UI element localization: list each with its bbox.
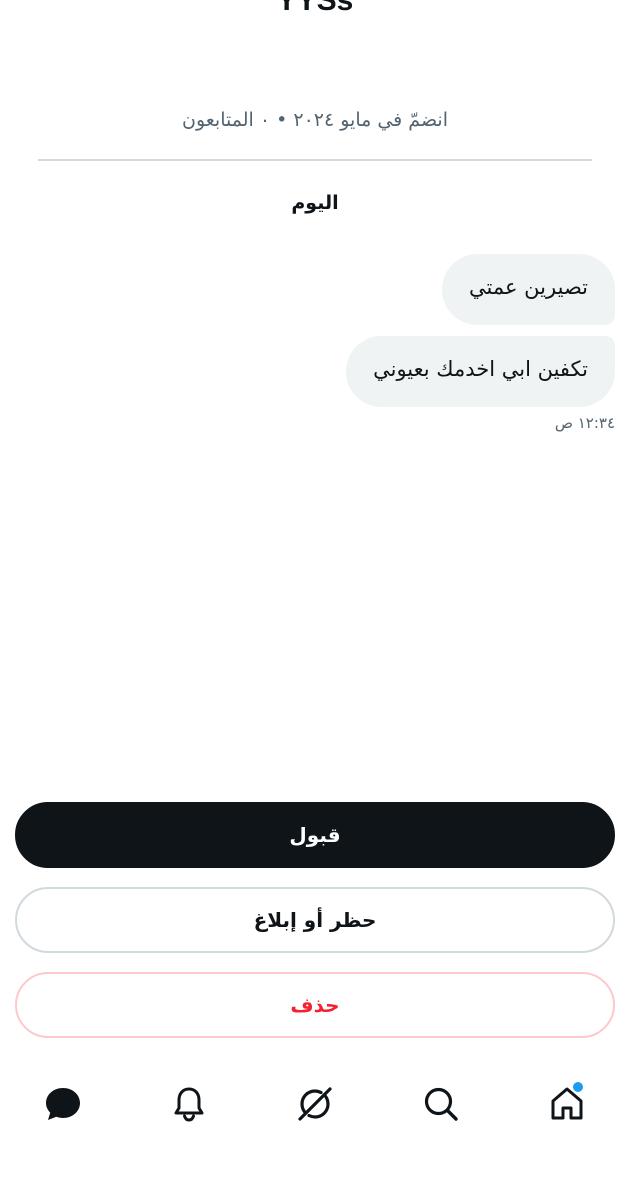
delete-button[interactable]: حذف — [15, 972, 615, 1038]
nav-messages[interactable] — [27, 1068, 99, 1140]
grok-icon — [298, 1087, 332, 1121]
message-bubble[interactable]: تصيرين عمتي — [442, 254, 615, 325]
nav-home[interactable] — [531, 1068, 603, 1140]
search-icon — [424, 1087, 458, 1121]
notification-dot — [571, 1080, 585, 1094]
profile-meta: انضمّ في مايو ٢٠٢٤ • ٠ المتابعون — [182, 109, 448, 131]
messages-icon — [46, 1088, 80, 1120]
bell-icon — [174, 1087, 204, 1122]
accept-button[interactable]: قبول — [15, 802, 615, 868]
message-bubble[interactable]: تكفين ابي اخدمك بعيوني — [346, 336, 615, 407]
nav-grok[interactable] — [279, 1068, 351, 1140]
nav-search[interactable] — [405, 1068, 477, 1140]
day-label: اليوم — [291, 192, 339, 214]
nav-notifications[interactable] — [153, 1068, 225, 1140]
message-timestamp: ١٢:٣٤ ص — [554, 414, 615, 432]
divider — [38, 159, 592, 161]
profile-name: YYSs — [276, 0, 354, 17]
block-or-report-button[interactable]: حظر أو إبلاغ — [15, 887, 615, 953]
message-list: تصيرين عمتي تكفين ابي اخدمك بعيوني ١٢:٣٤… — [15, 254, 615, 434]
bottom-navigation — [0, 1068, 630, 1140]
